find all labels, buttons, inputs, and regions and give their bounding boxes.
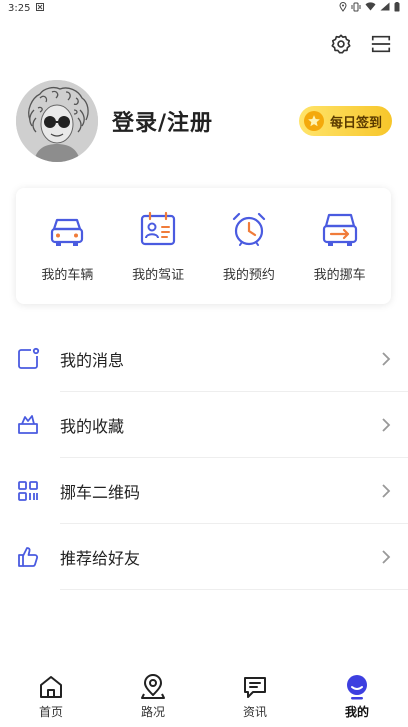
quick-item-my-move-car[interactable]: 我的挪车 bbox=[300, 210, 380, 283]
menu-item-my-messages[interactable]: 我的消息 bbox=[0, 326, 408, 392]
status-time: 3:25 bbox=[8, 2, 31, 14]
login-register-link[interactable]: 登录/注册 bbox=[112, 105, 213, 137]
signal-icon bbox=[380, 2, 390, 14]
gear-icon[interactable] bbox=[330, 33, 352, 55]
vibrate-icon bbox=[351, 2, 361, 15]
quick-access-card: 我的车辆 我的驾证 我的预约 我的挪车 bbox=[16, 188, 391, 304]
star-icon bbox=[303, 111, 324, 131]
home-icon bbox=[38, 674, 64, 700]
map-pin-icon bbox=[140, 674, 166, 700]
nav-label: 资讯 bbox=[242, 705, 267, 719]
car-icon bbox=[47, 210, 87, 250]
top-actions bbox=[330, 33, 392, 55]
menu-item-label: 推荐给好友 bbox=[60, 549, 141, 568]
menu-item-recommend-friends[interactable]: 推荐给好友 bbox=[0, 524, 408, 590]
alarm-clock-icon bbox=[229, 210, 269, 250]
daily-signin-button[interactable]: 每日签到 bbox=[298, 106, 392, 136]
battery-icon bbox=[394, 1, 400, 15]
menu-item-label: 我的收藏 bbox=[60, 417, 125, 436]
location-icon bbox=[339, 1, 347, 15]
menu-list: 我的消息 我的收藏 挪车二维码 推荐给好友 bbox=[0, 326, 408, 590]
signin-label: 每日签到 bbox=[329, 115, 382, 131]
menu-item-move-car-qrcode[interactable]: 挪车二维码 bbox=[0, 458, 408, 524]
nav-tab-news[interactable]: 资讯 bbox=[204, 667, 306, 727]
quick-item-my-vehicle[interactable]: 我的车辆 bbox=[27, 210, 107, 283]
quick-item-label: 我的驾证 bbox=[132, 267, 185, 283]
scan-icon[interactable] bbox=[370, 33, 392, 55]
favorite-icon bbox=[16, 413, 40, 437]
thumbs-up-icon bbox=[16, 545, 40, 569]
quick-item-label: 我的车辆 bbox=[41, 267, 94, 283]
nav-label: 路况 bbox=[140, 705, 165, 719]
menu-item-my-favorites[interactable]: 我的收藏 bbox=[0, 392, 408, 458]
profile-icon bbox=[344, 674, 370, 700]
license-icon bbox=[138, 210, 178, 250]
notification-icon bbox=[36, 2, 45, 14]
quick-item-my-license[interactable]: 我的驾证 bbox=[118, 210, 198, 283]
menu-item-label: 我的消息 bbox=[60, 351, 125, 370]
move-car-icon bbox=[320, 210, 360, 250]
menu-item-label: 挪车二维码 bbox=[60, 483, 141, 502]
chevron-right-icon bbox=[380, 351, 392, 367]
nav-tab-home[interactable]: 首页 bbox=[0, 667, 102, 727]
avatar[interactable] bbox=[16, 80, 98, 162]
chevron-right-icon bbox=[380, 417, 392, 433]
bottom-nav: 首页 路况 资讯 我的 bbox=[0, 667, 408, 727]
chevron-right-icon bbox=[380, 549, 392, 565]
wifi-icon bbox=[365, 2, 376, 14]
quick-item-my-appointment[interactable]: 我的预约 bbox=[209, 210, 289, 283]
nav-tab-mine[interactable]: 我的 bbox=[306, 667, 408, 727]
qrcode-icon bbox=[16, 479, 40, 503]
nav-label: 首页 bbox=[38, 705, 63, 719]
status-bar: 3:25 bbox=[0, 0, 408, 16]
quick-item-label: 我的预约 bbox=[222, 267, 275, 283]
nav-label: 我的 bbox=[344, 705, 369, 719]
quick-item-label: 我的挪车 bbox=[313, 267, 366, 283]
chat-icon bbox=[242, 674, 268, 700]
profile-section: 登录/注册 每日签到 bbox=[16, 80, 392, 162]
chevron-right-icon bbox=[380, 483, 392, 499]
message-icon bbox=[16, 347, 40, 371]
nav-tab-traffic[interactable]: 路况 bbox=[102, 667, 204, 727]
